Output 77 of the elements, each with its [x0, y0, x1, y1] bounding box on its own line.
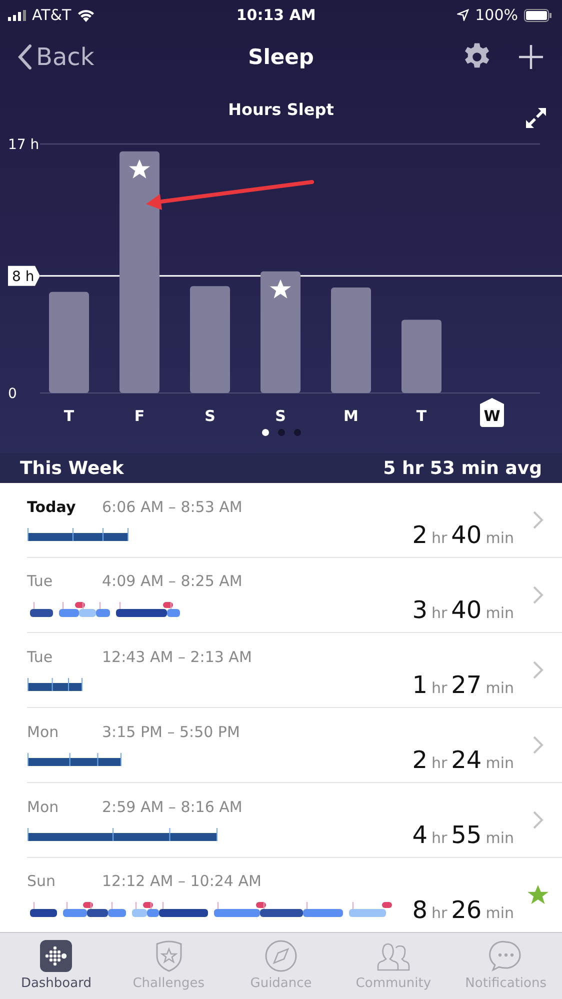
hours-value: 1: [412, 671, 428, 699]
minutes-value: 27: [451, 671, 482, 699]
carrier: AT&T: [32, 6, 72, 24]
signal-icon: [8, 10, 26, 20]
week-average: 5 hr 53 min avg: [383, 458, 542, 478]
tab[interactable]: Challenges: [112, 933, 225, 999]
axis-label: 0: [8, 386, 17, 402]
hours-value: 3: [412, 596, 428, 624]
minutes-value: 24: [451, 746, 482, 774]
entry-day: Today: [27, 498, 102, 516]
hours-value: 8: [412, 896, 428, 924]
minutes-unit: min: [486, 679, 514, 697]
x-tick-label: W: [484, 407, 501, 425]
hours-unit: hr: [431, 904, 448, 922]
page-dot[interactable]: [278, 429, 284, 436]
minutes-unit: min: [486, 754, 514, 772]
minutes-value: 40: [451, 521, 482, 549]
week-label: This Week: [20, 458, 124, 478]
chevron-icon: [18, 44, 32, 70]
entry-time: 3:15 PM – 5:50 PM: [102, 723, 240, 741]
minutes-unit: min: [486, 529, 514, 547]
hours-unit: hr: [431, 679, 448, 697]
wifi-icon: [77, 8, 96, 22]
minutes-unit: min: [486, 604, 514, 622]
tab[interactable]: Dashboard: [0, 933, 112, 999]
hours-value: 4: [412, 821, 428, 849]
chevron-icon[interactable]: [532, 736, 544, 754]
clock: 10:13 AM: [236, 6, 316, 24]
entry-day: Mon: [27, 723, 102, 741]
location-icon: [457, 9, 470, 21]
hours-unit: hr: [431, 754, 448, 772]
entry-day: Tue: [27, 648, 102, 666]
day-label: T: [416, 407, 427, 425]
chat-icon: [488, 939, 523, 973]
entry-time: 12:43 AM – 2:13 AM: [102, 648, 252, 666]
entry-time: 6:06 AM – 8:53 AM: [102, 498, 242, 516]
entry-time: 12:12 AM – 10:24 AM: [102, 872, 262, 890]
compass-icon: [264, 939, 298, 973]
day-label[interactable]: W: [480, 398, 504, 427]
entry-time: 2:59 AM – 8:16 AM: [102, 798, 242, 816]
hours-value: 2: [412, 746, 428, 774]
day-label: S: [275, 407, 286, 425]
page-title: Sleep: [248, 45, 314, 69]
sleep-graph: [27, 678, 83, 692]
page-dot[interactable]: [294, 429, 300, 436]
hours-unit: hr: [431, 604, 448, 622]
dashboard-icon: [39, 939, 74, 973]
entry-day: Sun: [27, 872, 102, 890]
chart-title: Hours Slept: [228, 100, 334, 118]
hours-value: 2: [412, 521, 428, 549]
battery-icon: [524, 8, 552, 22]
tab[interactable]: Notifications: [450, 933, 562, 999]
minutes-unit: min: [486, 904, 514, 922]
entry-day: Mon: [27, 798, 102, 816]
minutes-value: 26: [451, 896, 482, 924]
chevron-icon[interactable]: [532, 661, 544, 679]
day-label: T: [64, 407, 74, 425]
chevron-icon[interactable]: [532, 586, 544, 604]
entry-day: Tue: [27, 572, 102, 590]
day-label: S: [204, 407, 216, 425]
chevron-icon[interactable]: [532, 511, 544, 529]
minutes-value: 40: [451, 596, 482, 624]
tab[interactable]: Guidance: [224, 933, 338, 999]
page-dot[interactable]: [262, 429, 268, 436]
day-label: M: [344, 407, 358, 425]
hours-unit: hr: [431, 829, 448, 847]
back-button[interactable]: Back: [18, 43, 94, 71]
battery-percent: 100%: [475, 6, 518, 24]
chevron-icon[interactable]: [532, 811, 544, 829]
day-label: F: [134, 407, 145, 425]
axis-label: 17 h: [8, 137, 40, 153]
minutes-value: 55: [451, 821, 482, 849]
minutes-unit: min: [486, 829, 514, 847]
entry-time: 4:09 AM – 8:25 AM: [102, 572, 242, 590]
y-tick-label: 8 h: [12, 268, 34, 285]
hours-unit: hr: [431, 529, 448, 547]
tab[interactable]: Community: [337, 933, 450, 999]
